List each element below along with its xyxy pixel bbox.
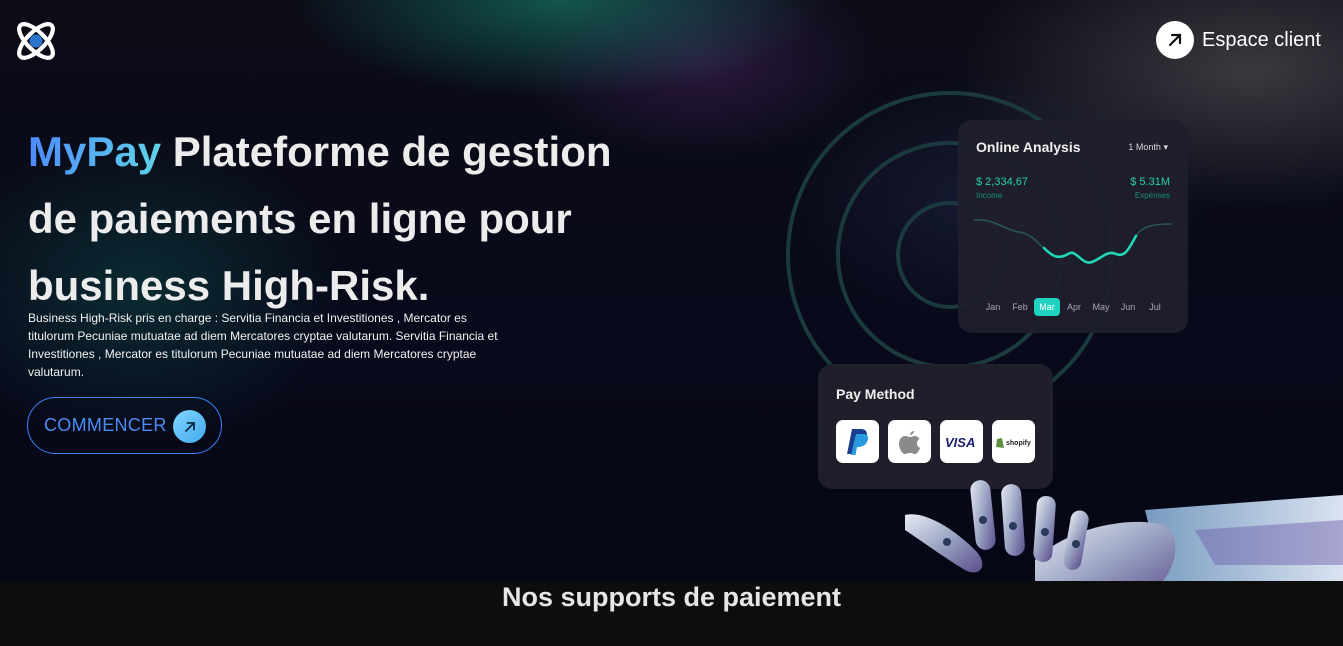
start-button[interactable]: COMMENCER (27, 397, 222, 454)
month-feb[interactable]: Feb (1007, 298, 1033, 316)
start-button-label: COMMENCER (44, 415, 167, 435)
caret-down-icon: ▾ (1163, 142, 1168, 152)
online-analysis-card: Online Analysis 1 Month ▾ $ 2,334,67 Inc… (958, 120, 1188, 333)
shopify-icon[interactable]: shopify (992, 420, 1035, 463)
month-jan[interactable]: Jan (980, 298, 1006, 316)
analysis-line-chart (974, 219, 1172, 264)
client-area-label: Espace client (1202, 28, 1321, 51)
analysis-title: Online Analysis (976, 139, 1081, 155)
month-jul[interactable]: Jul (1142, 298, 1168, 316)
pay-method-title: Pay Method (836, 386, 915, 402)
month-jun[interactable]: Jun (1115, 298, 1141, 316)
supports-title: Nos supports de paiement (501, 582, 842, 612)
robot-hand-image (905, 480, 1343, 581)
apple-icon[interactable] (888, 420, 931, 463)
expenses-label: Expenses (1134, 191, 1170, 200)
visa-icon[interactable]: VISA (940, 420, 983, 463)
hero-description: Business High-Risk pris en charge : Serv… (28, 311, 498, 379)
month-apr[interactable]: Apr (1061, 298, 1087, 316)
client-area-button[interactable]: Espace client (1156, 21, 1321, 59)
arrow-up-right-icon (173, 410, 206, 443)
svg-text:VISA: VISA (945, 435, 975, 449)
hero-title: MyPay Plateforme de gestion de paiements… (28, 118, 668, 319)
brand-name: MyPay (28, 128, 162, 175)
month-selector: Jan Feb Mar Apr May Jun Jul (958, 298, 1188, 318)
expenses-value: $ 5.31M (1130, 176, 1170, 188)
arrow-up-right-icon (1156, 21, 1195, 59)
month-may[interactable]: May (1088, 298, 1114, 316)
paypal-icon[interactable] (836, 420, 879, 463)
atom-logo-icon[interactable] (11, 16, 61, 66)
income-label: Income (976, 191, 1003, 200)
income-value: $ 2,334,67 (976, 176, 1028, 188)
period-label: 1 Month (1128, 142, 1161, 152)
month-mar[interactable]: Mar (1034, 298, 1060, 316)
period-dropdown[interactable]: 1 Month ▾ (1128, 142, 1168, 153)
hero-section: Espace client MyPay Plateforme de gestio… (0, 0, 1343, 581)
svg-text:shopify: shopify (1006, 440, 1031, 447)
